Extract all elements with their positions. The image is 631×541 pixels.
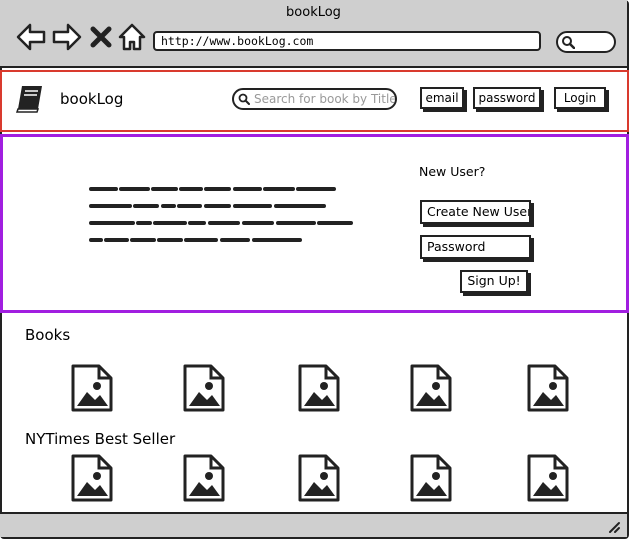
bestseller-cover-image[interactable] [71,454,113,502]
resize-grip-icon[interactable] [607,520,621,534]
home-icon[interactable] [117,22,147,52]
book-cover-image[interactable] [527,364,569,412]
book-cover-image[interactable] [298,364,340,412]
book-cover-image[interactable] [71,364,113,412]
bestseller-cover-image[interactable] [410,454,452,502]
new-user-heading: New User? [419,164,486,179]
signup-button[interactable]: Sign Up! [460,270,528,293]
books-section-title: Books [25,326,71,344]
book-cover-image[interactable] [410,364,452,412]
create-user-input[interactable]: Create New User [420,200,531,224]
login-button[interactable]: Login [554,87,606,109]
bestseller-cover-image[interactable] [298,454,340,502]
status-bar [0,512,627,537]
email-field[interactable]: email [420,87,464,109]
book-cover-image[interactable] [183,364,225,412]
placeholder-text-scribble [89,187,353,242]
bestseller-cover-image[interactable] [183,454,225,502]
brand-name: bookLog [60,90,124,108]
browser-search-field[interactable] [556,31,616,53]
back-arrow-icon[interactable] [16,22,46,52]
signup-password-input[interactable]: Password [420,235,531,259]
url-bar[interactable]: http://www.bookLog.com [153,31,541,51]
search-icon [238,93,250,105]
book-logo-icon [15,86,42,113]
window-title: bookLog [286,5,341,20]
password-field[interactable]: password [473,87,541,109]
bestseller-section-title: NYTimes Best Seller [25,430,176,448]
search-icon [562,36,575,49]
bestseller-cover-image[interactable] [527,454,569,502]
stop-icon[interactable] [89,25,113,49]
book-search-input[interactable]: Search for book by Title [232,88,397,110]
forward-arrow-icon[interactable] [52,22,82,52]
